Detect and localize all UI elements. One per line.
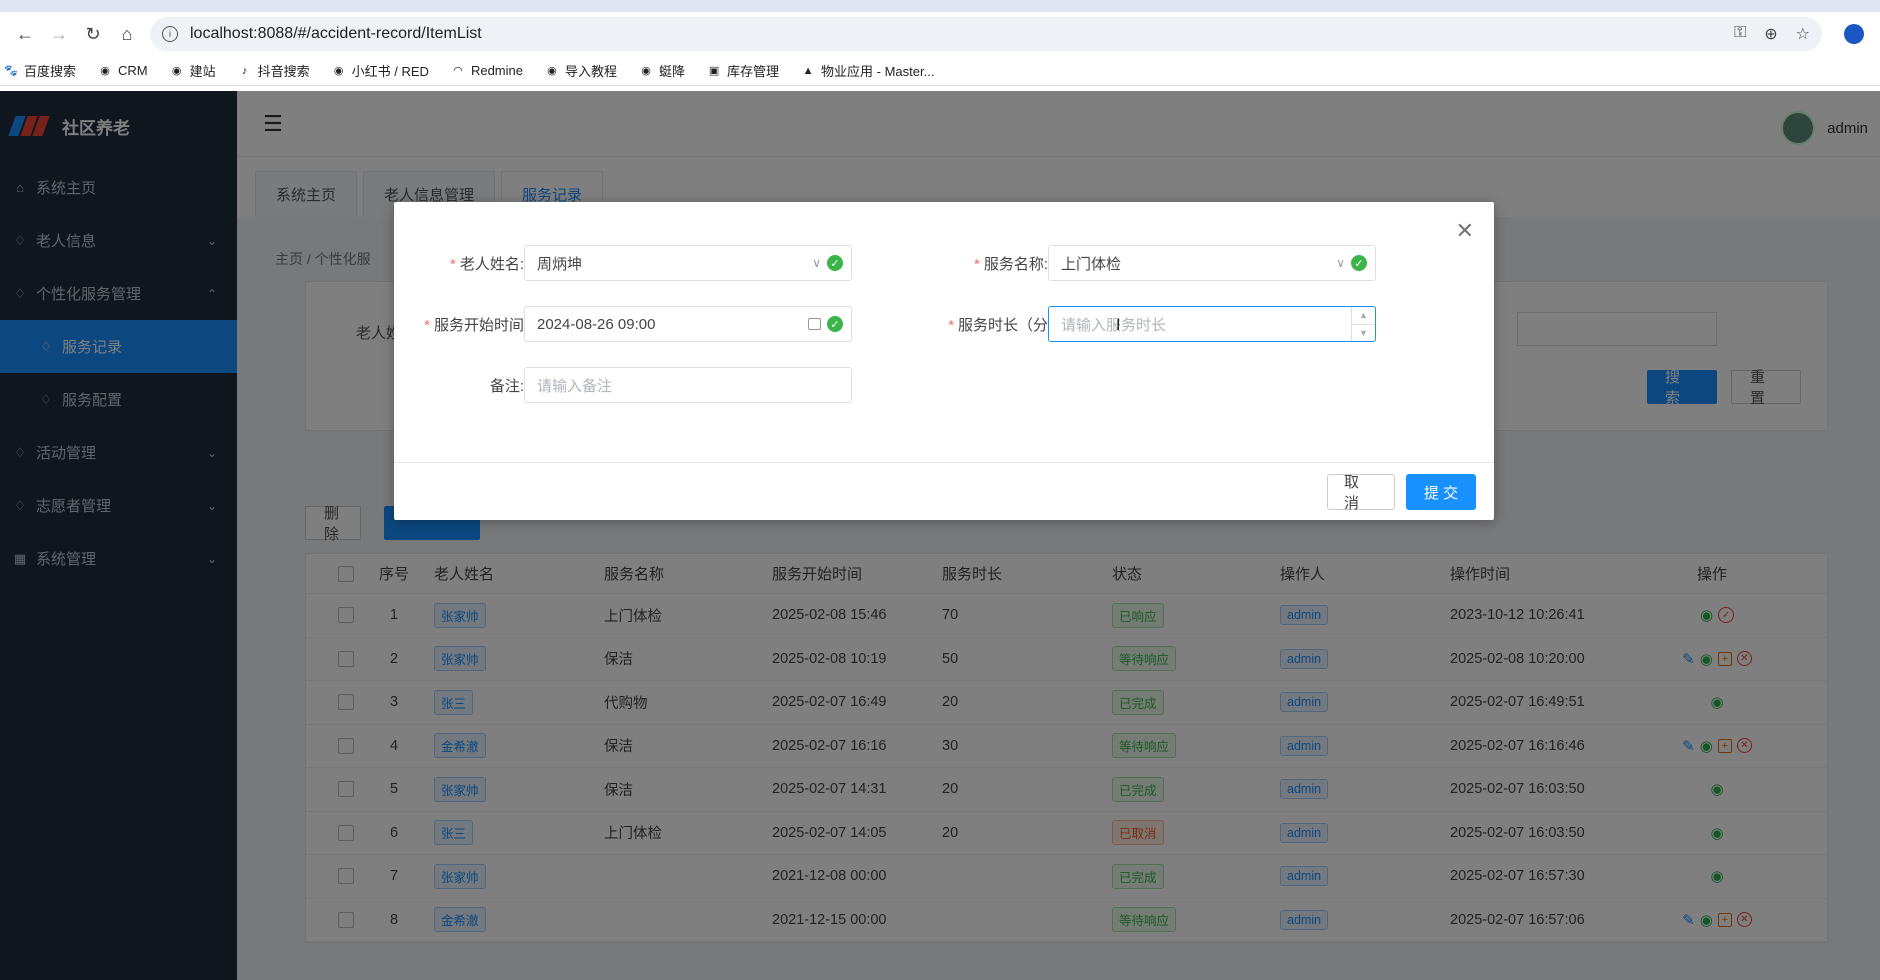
bookmark-item[interactable]: ◠ Redmine <box>451 63 523 78</box>
globe-icon: ◉ <box>171 65 182 77</box>
duration-placeholder: 请输入服务时长 <box>1061 316 1167 334</box>
duration-input[interactable]: 请输入服务时长 I ▲ ▼ <box>1048 306 1376 342</box>
start-time-row: * 服务开始时间 2024-08-26 09:00 ✓ <box>414 306 852 342</box>
elder-name-row: * 老人姓名: 周炳坤 ∨ ✓ <box>414 245 852 281</box>
bookmark-item[interactable]: ◉ 小红书 / RED <box>332 61 429 80</box>
globe-icon: ◉ <box>547 65 557 77</box>
app-icon: ▣ <box>708 65 720 77</box>
service-name-row: * 服务名称: 上门体检 ∨ ✓ <box>934 245 1376 281</box>
key-icon[interactable]: ⚿ <box>1734 24 1746 44</box>
star-icon[interactable]: ☆ <box>1796 24 1810 44</box>
globe-icon: ◉ <box>333 65 344 77</box>
bookmark-label[interactable]: 库存管理 <box>727 61 779 80</box>
close-icon[interactable]: ✕ <box>1456 220 1474 242</box>
number-stepper[interactable]: ▲ ▼ <box>1351 307 1375 341</box>
browser-toolbar: ← → ↻ ⌂ i localhost:8088/#/accident-reco… <box>0 12 1880 56</box>
bookmark-item[interactable]: ♪ 抖音搜索 <box>238 61 310 80</box>
bookmark-label[interactable]: 建站 <box>190 61 216 80</box>
cancel-button[interactable]: 取 消 <box>1327 474 1395 512</box>
bookmark-label[interactable]: 物业应用 - Master... <box>821 61 934 80</box>
bookmark-item[interactable]: 🐾 百度搜索 <box>4 61 76 80</box>
bookmark-label[interactable]: 小红书 / RED <box>352 61 429 80</box>
start-time-value: 2024-08-26 09:00 <box>537 315 656 333</box>
submit-button[interactable]: 提 交 <box>1406 474 1476 510</box>
profile-icon[interactable] <box>1836 19 1872 49</box>
service-name-value: 上门体检 <box>1061 255 1122 273</box>
site-info-icon[interactable]: i <box>162 26 178 42</box>
bookmark-label[interactable]: 导入教程 <box>565 61 617 80</box>
text-cursor-icon: I <box>1116 317 1121 334</box>
bookmark-label[interactable]: 蜓降 <box>659 61 685 80</box>
start-time-label: 服务开始时间 <box>433 316 524 334</box>
calendar-icon <box>808 318 821 330</box>
elder-name-value: 周炳坤 <box>537 255 583 273</box>
bookmark-item[interactable]: ◉ 导入教程 <box>545 61 617 80</box>
chevron-down-icon: ∨ <box>812 256 821 270</box>
redmine-icon: ◠ <box>453 65 463 77</box>
remark-placeholder: 请输入备注 <box>537 377 613 395</box>
bookmark-item[interactable]: ◉ CRM <box>98 63 148 78</box>
bookmarks-bar: 🐾 百度搜索 ◉ CRM ◉ 建站 ♪ 抖音搜索 ◉ 小红书 / RED ◠ Redmine ◉ 导入教程… <box>0 56 1880 86</box>
bookmark-item[interactable]: ◉ 蜓降 <box>639 61 685 80</box>
bookmark-label[interactable]: 抖音搜索 <box>258 61 310 80</box>
zoom-icon[interactable]: ⊕ <box>1764 24 1777 44</box>
increase-icon[interactable]: ▲ <box>1352 307 1375 325</box>
reload-icon[interactable]: ↻ <box>76 19 110 49</box>
browser-tabstrip <box>0 0 1880 12</box>
elder-name-label: 老人姓名 <box>459 255 520 273</box>
bookmark-item[interactable]: ▣ 库存管理 <box>707 61 779 80</box>
mountain-icon: ▲ <box>802 64 814 77</box>
service-name-select[interactable]: 上门体检 ∨ ✓ <box>1048 245 1376 281</box>
home-icon[interactable]: ⌂ <box>110 19 144 49</box>
valid-check-icon: ✓ <box>1351 255 1367 271</box>
bookmark-label[interactable]: CRM <box>118 63 148 78</box>
remark-row: 备注: 请输入备注 <box>414 367 852 403</box>
bookmark-item[interactable]: ◉ 建站 <box>170 61 216 80</box>
url-text[interactable]: localhost:8088/#/accident-record/ItemLis… <box>190 25 482 43</box>
globe-icon: ◉ <box>100 65 110 77</box>
bookmark-item[interactable]: ▲ 物业应用 - Master... <box>801 61 935 80</box>
service-name-label: 服务名称 <box>983 255 1044 273</box>
remark-input[interactable]: 请输入备注 <box>524 367 852 403</box>
bookmark-label[interactable]: 百度搜索 <box>24 61 76 80</box>
valid-check-icon: ✓ <box>827 255 843 271</box>
paw-icon: 🐾 <box>4 65 18 77</box>
chevron-down-icon: ∨ <box>1336 256 1345 270</box>
valid-check-icon: ✓ <box>827 316 843 332</box>
globe-icon: ◉ <box>641 65 651 77</box>
forward-icon[interactable]: → <box>42 19 76 49</box>
back-icon[interactable]: ← <box>8 19 42 49</box>
service-record-dialog: ✕ * 老人姓名: 周炳坤 ∨ ✓ * 服务名称: 上门体检 ∨ ✓ * 服务开始时间 2… <box>394 202 1494 520</box>
duration-row: * 服务时长（分 请输入服务时长 I ▲ ▼ <box>934 306 1376 342</box>
address-bar[interactable]: i localhost:8088/#/accident-record/ItemL… <box>150 17 1822 51</box>
bookmark-label[interactable]: Redmine <box>471 63 523 78</box>
start-time-picker[interactable]: 2024-08-26 09:00 ✓ <box>524 306 852 342</box>
duration-label: 服务时长（分 <box>957 316 1048 334</box>
elder-name-select[interactable]: 周炳坤 ∨ ✓ <box>524 245 852 281</box>
dialog-footer: 取 消 提 交 <box>394 462 1494 512</box>
remark-label: 备注 <box>489 377 520 395</box>
decrease-icon[interactable]: ▼ <box>1352 325 1375 342</box>
tiktok-icon: ♪ <box>241 64 248 77</box>
